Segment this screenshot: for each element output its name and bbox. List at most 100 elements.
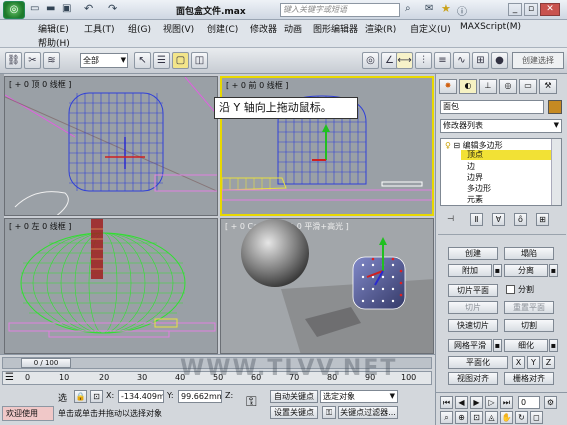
undo-icon[interactable]: ↶ bbox=[84, 2, 93, 15]
pan-icon[interactable]: ✋ bbox=[500, 411, 513, 424]
quickslice-button[interactable]: 快速切片 bbox=[448, 319, 498, 332]
viewport-left[interactable]: [ + 0 左 0 线框 ] bbox=[4, 218, 218, 354]
stack-item-border[interactable]: 边界 bbox=[467, 172, 483, 183]
attach-button[interactable]: 附加 bbox=[448, 264, 492, 277]
object-color-swatch[interactable] bbox=[548, 100, 562, 114]
select-object-icon[interactable]: ↖ bbox=[134, 52, 151, 69]
menu-group[interactable]: 组(G) bbox=[128, 22, 151, 35]
quick-save-icon[interactable]: ▣ bbox=[62, 3, 74, 16]
time-config-icon[interactable]: ⚙ bbox=[544, 396, 557, 409]
bind-space-warp-icon[interactable]: ≋ bbox=[43, 52, 60, 69]
time-slider-thumb[interactable]: 0 / 100 bbox=[21, 358, 71, 368]
menu-maxscript[interactable]: MAXScript(M) bbox=[460, 22, 521, 32]
stack-scrollbar[interactable] bbox=[551, 139, 561, 205]
select-by-name-icon[interactable]: ☰ bbox=[153, 52, 170, 69]
layer-manager-icon[interactable]: ≡ bbox=[434, 52, 451, 69]
zoom-all-icon[interactable]: ⊕ bbox=[455, 411, 468, 424]
search-input[interactable]: 键入关键字或短语 bbox=[280, 3, 400, 17]
msmooth-settings-icon[interactable]: ▪ bbox=[493, 339, 502, 352]
menu-modifiers[interactable]: 修改器 bbox=[250, 22, 277, 35]
maximize-viewport-icon[interactable]: ◻ bbox=[530, 411, 543, 424]
go-to-end-icon[interactable]: ⏭ bbox=[500, 396, 513, 409]
modifier-list-dropdown[interactable]: 修改器列表 ▼ bbox=[440, 119, 562, 133]
stack-item-vertex[interactable]: 顶点 bbox=[461, 150, 559, 160]
utilities-tab-icon[interactable]: ⚒ bbox=[539, 79, 557, 94]
stack-item-edge[interactable]: 边 bbox=[467, 161, 475, 172]
key-filters-button[interactable]: 关键点过滤器... bbox=[338, 406, 398, 419]
planarize-button[interactable]: 平面化 bbox=[448, 356, 508, 369]
redo-icon[interactable]: ↷ bbox=[108, 2, 117, 15]
menu-create[interactable]: 创建(C) bbox=[207, 22, 238, 35]
field-of-view-icon[interactable]: ◬ bbox=[485, 411, 498, 424]
create-tab-icon[interactable]: ✸ bbox=[439, 79, 457, 94]
create-selection-set-field[interactable]: 创建选择 bbox=[512, 52, 564, 69]
go-to-start-icon[interactable]: ⏮ bbox=[440, 396, 453, 409]
play-icon[interactable]: ▶ bbox=[470, 396, 483, 409]
light-bulb-icon[interactable]: ♀ bbox=[445, 141, 451, 150]
cut-button[interactable]: 切割 bbox=[504, 319, 554, 332]
slice-plane-button[interactable]: 切片平面 bbox=[448, 284, 498, 297]
lock-selection-icon[interactable]: 🔒 bbox=[74, 390, 87, 403]
modify-tab-icon[interactable]: ◐ bbox=[459, 79, 477, 94]
planarize-x-button[interactable]: X bbox=[512, 356, 525, 369]
viewport-camera[interactable]: [ + 0 Camera001 0 平滑+高光 ] bbox=[220, 218, 434, 354]
pin-stack-icon[interactable]: ⊣ bbox=[444, 213, 457, 226]
collapse-button[interactable]: 塌陷 bbox=[504, 247, 554, 260]
show-end-result-icon[interactable]: Ⅱ bbox=[470, 213, 483, 226]
create-button[interactable]: 创建 bbox=[448, 247, 498, 260]
stack-item-polygon[interactable]: 多边形 bbox=[467, 183, 491, 194]
remove-modifier-icon[interactable]: ȏ bbox=[514, 213, 527, 226]
zoom-icon[interactable]: ⌕ bbox=[440, 411, 453, 424]
menu-rendering[interactable]: 渲染(R) bbox=[365, 22, 396, 35]
view-align-button[interactable]: 视图对齐 bbox=[448, 372, 498, 385]
set-key-button[interactable]: 设置关键点 bbox=[270, 406, 318, 419]
x-coordinate-field[interactable]: -134.409m bbox=[118, 390, 164, 403]
select-link-icon[interactable]: ⛓ bbox=[5, 52, 22, 69]
detach-settings-icon[interactable]: ▪ bbox=[549, 264, 558, 277]
curve-editor-icon[interactable]: ∿ bbox=[453, 52, 470, 69]
menu-views[interactable]: 视图(V) bbox=[163, 22, 194, 35]
favorites-icon[interactable]: ★ bbox=[441, 2, 451, 15]
app-logo-icon[interactable]: ◎ bbox=[3, 1, 25, 19]
zoom-extents-icon[interactable]: ⊡ bbox=[470, 411, 483, 424]
trackbar-icon[interactable]: ☰ bbox=[5, 372, 14, 383]
split-checkbox[interactable] bbox=[506, 285, 515, 294]
viewport-top[interactable]: [ + 0 顶 0 线框 ] bbox=[4, 76, 218, 216]
msmooth-button[interactable]: 网格平滑 bbox=[448, 339, 492, 352]
menu-tools[interactable]: 工具(T) bbox=[84, 22, 115, 35]
y-coordinate-field[interactable]: 99.662mm bbox=[178, 390, 222, 403]
current-frame-field[interactable]: 0 bbox=[518, 396, 540, 409]
menu-graph-editors[interactable]: 图形编辑器 bbox=[313, 22, 358, 35]
info-icon[interactable]: ⓘ bbox=[457, 3, 467, 18]
stack-item-element[interactable]: 元素 bbox=[467, 194, 483, 205]
hierarchy-tab-icon[interactable]: ⊥ bbox=[479, 79, 497, 94]
orbit-icon[interactable]: ↻ bbox=[515, 411, 528, 424]
slice-button[interactable]: 切片 bbox=[448, 301, 498, 314]
track-bar[interactable]: ☰ 0 10 20 30 40 50 60 70 80 90 100 bbox=[2, 371, 432, 385]
close-button[interactable]: ✕ bbox=[540, 3, 560, 16]
schematic-view-icon[interactable]: ⊞ bbox=[472, 52, 489, 69]
menu-edit[interactable]: 编辑(E) bbox=[38, 22, 69, 35]
next-frame-icon[interactable]: ▷ bbox=[485, 396, 498, 409]
selection-filter-dropdown[interactable]: 全部 ▼ bbox=[80, 53, 128, 68]
window-crossing-icon[interactable]: ◫ bbox=[191, 52, 208, 69]
planarize-y-button[interactable]: Y bbox=[527, 356, 540, 369]
auto-key-button[interactable]: 自动关键点 bbox=[270, 390, 318, 403]
align-icon[interactable]: ⫶ bbox=[415, 52, 432, 69]
tessellate-settings-icon[interactable]: ▪ bbox=[549, 339, 558, 352]
mirror-icon[interactable]: ⟷ bbox=[396, 52, 413, 69]
search-icon[interactable]: ⌕ bbox=[405, 3, 411, 14]
detach-button[interactable]: 分离 bbox=[504, 264, 548, 277]
display-tab-icon[interactable]: ▭ bbox=[519, 79, 537, 94]
menu-customize[interactable]: 自定义(U) bbox=[410, 22, 451, 35]
unlink-icon[interactable]: ✂ bbox=[24, 52, 41, 69]
attach-settings-icon[interactable]: ▪ bbox=[493, 264, 502, 277]
quick-new-icon[interactable]: ▭ bbox=[30, 3, 42, 16]
minimize-button[interactable]: _ bbox=[508, 3, 522, 16]
configure-sets-icon[interactable]: ⊞ bbox=[536, 213, 549, 226]
tessellate-button[interactable]: 细化 bbox=[504, 339, 548, 352]
previous-frame-icon[interactable]: ◀ bbox=[455, 396, 468, 409]
menu-animation[interactable]: 动画 bbox=[284, 22, 302, 35]
grid-align-button[interactable]: 栅格对齐 bbox=[504, 372, 554, 385]
time-slider[interactable]: 0 / 100 bbox=[2, 357, 432, 369]
